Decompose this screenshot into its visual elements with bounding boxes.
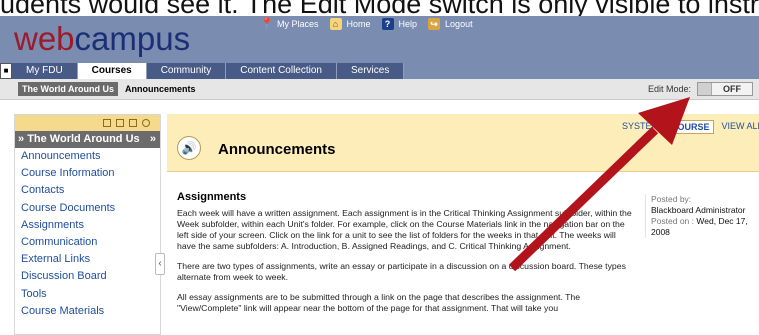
edit-mode-state: OFF — [723, 84, 742, 94]
tab-courses[interactable]: Courses — [77, 63, 147, 79]
filter-system[interactable]: SYSTEM — [619, 120, 662, 134]
sidebar-item-course-materials[interactable]: Course Materials — [15, 303, 160, 320]
sidebar-item-communication[interactable]: Communication — [15, 234, 160, 251]
sidebar-item-discussion-board[interactable]: Discussion Board — [15, 268, 160, 285]
breadcrumb-page: Announcements — [125, 84, 196, 94]
course-menu-toolbar — [15, 115, 160, 131]
sidebar-item-contacts[interactable]: Contacts — [15, 182, 160, 199]
help-link[interactable]: Help — [399, 19, 418, 29]
list-view-icon[interactable] — [103, 119, 111, 127]
tab-content-collection[interactable]: Content Collection — [226, 63, 337, 79]
my-places-link[interactable]: My Places — [277, 19, 319, 29]
post-meta: Posted by: Blackboard Administrator Post… — [645, 194, 757, 238]
course-menu-title-text: » The World Around Us — [18, 133, 140, 145]
post-paragraph: There are two types of assignments, writ… — [177, 261, 626, 282]
post-paragraph: Each week will have a written assignment… — [177, 208, 632, 251]
logo-web: web — [14, 20, 75, 57]
sidebar-item-external-links[interactable]: External Links — [15, 251, 160, 268]
refresh-icon[interactable] — [142, 119, 150, 127]
toggle-knob — [698, 83, 713, 95]
top-links: 📍 My Places ⌂ Home ? Help ↪ Logout — [260, 16, 479, 32]
posted-by-value: Blackboard Administrator — [651, 205, 746, 215]
collapse-menu-icon[interactable]: ■ — [0, 63, 12, 79]
breadcrumb: The World Around Us Announcements Edit M… — [0, 79, 759, 100]
sidebar-item-announcements[interactable]: Announcements — [15, 148, 160, 165]
tab-services[interactable]: Services — [336, 63, 405, 79]
announcements-header: 🔊 Announcements SYSTEM COURSE VIEW ALL — [167, 114, 759, 172]
logout-icon[interactable]: ↪ — [428, 18, 441, 30]
post-title: Assignments — [177, 191, 247, 203]
location-pin-icon[interactable]: 📍 — [260, 18, 274, 30]
tab-community[interactable]: Community — [146, 63, 227, 79]
speaker-icon: 🔊 — [177, 136, 201, 160]
edit-mode: Edit Mode: OFF — [648, 82, 754, 96]
edit-mode-toggle[interactable]: OFF — [697, 82, 754, 96]
filter-view-all[interactable]: VIEW ALL — [719, 120, 759, 134]
post-paragraph: All essay assignments are to be submitte… — [177, 292, 581, 313]
page-title: Announcements — [218, 141, 336, 158]
sidebar-item-course-information[interactable]: Course Information — [15, 165, 160, 182]
site-header: webcampus 📍 My Places ⌂ Home ? Help ↪ Lo… — [0, 16, 759, 79]
home-link[interactable]: Home — [347, 19, 371, 29]
posted-on-label: Posted on : — [651, 216, 695, 226]
breadcrumb-course[interactable]: The World Around Us — [18, 82, 118, 96]
edit-mode-label: Edit Mode: — [648, 84, 692, 94]
course-menu: » The World Around Us » Announcements Co… — [14, 114, 161, 335]
logout-link[interactable]: Logout — [445, 19, 473, 29]
announcements-panel: 🔊 Announcements SYSTEM COURSE VIEW ALL A… — [167, 114, 759, 335]
posted-by-label: Posted by: — [651, 194, 692, 204]
sidebar-item-assignments[interactable]: Assignments — [15, 217, 160, 234]
tab-my-fdu[interactable]: My FDU — [12, 63, 78, 79]
logo-campus: campus — [74, 20, 191, 57]
posted-on: Posted on : Wed, Dec 17, 2008 — [651, 216, 757, 238]
sidebar-item-course-documents[interactable]: Course Documents — [15, 200, 160, 217]
announcement-post: Assignments Each week will have a writte… — [177, 192, 637, 323]
filter-course[interactable]: COURSE — [667, 120, 714, 134]
new-window-icon[interactable] — [129, 119, 137, 127]
help-icon[interactable]: ? — [381, 18, 394, 30]
sidebar-item-tools[interactable]: Tools — [15, 286, 160, 303]
folder-view-icon[interactable] — [116, 119, 124, 127]
home-icon[interactable]: ⌂ — [329, 18, 342, 30]
webcampus-logo[interactable]: webcampus — [14, 20, 190, 58]
chevron-right-icon: » — [149, 133, 156, 145]
course-menu-title[interactable]: » The World Around Us » — [15, 131, 160, 148]
announcement-filters: SYSTEM COURSE VIEW ALL — [619, 120, 759, 134]
main-tabs: ■ My FDU Courses Community Content Colle… — [0, 63, 405, 79]
collapse-sidebar-icon[interactable]: ‹ — [155, 253, 165, 275]
